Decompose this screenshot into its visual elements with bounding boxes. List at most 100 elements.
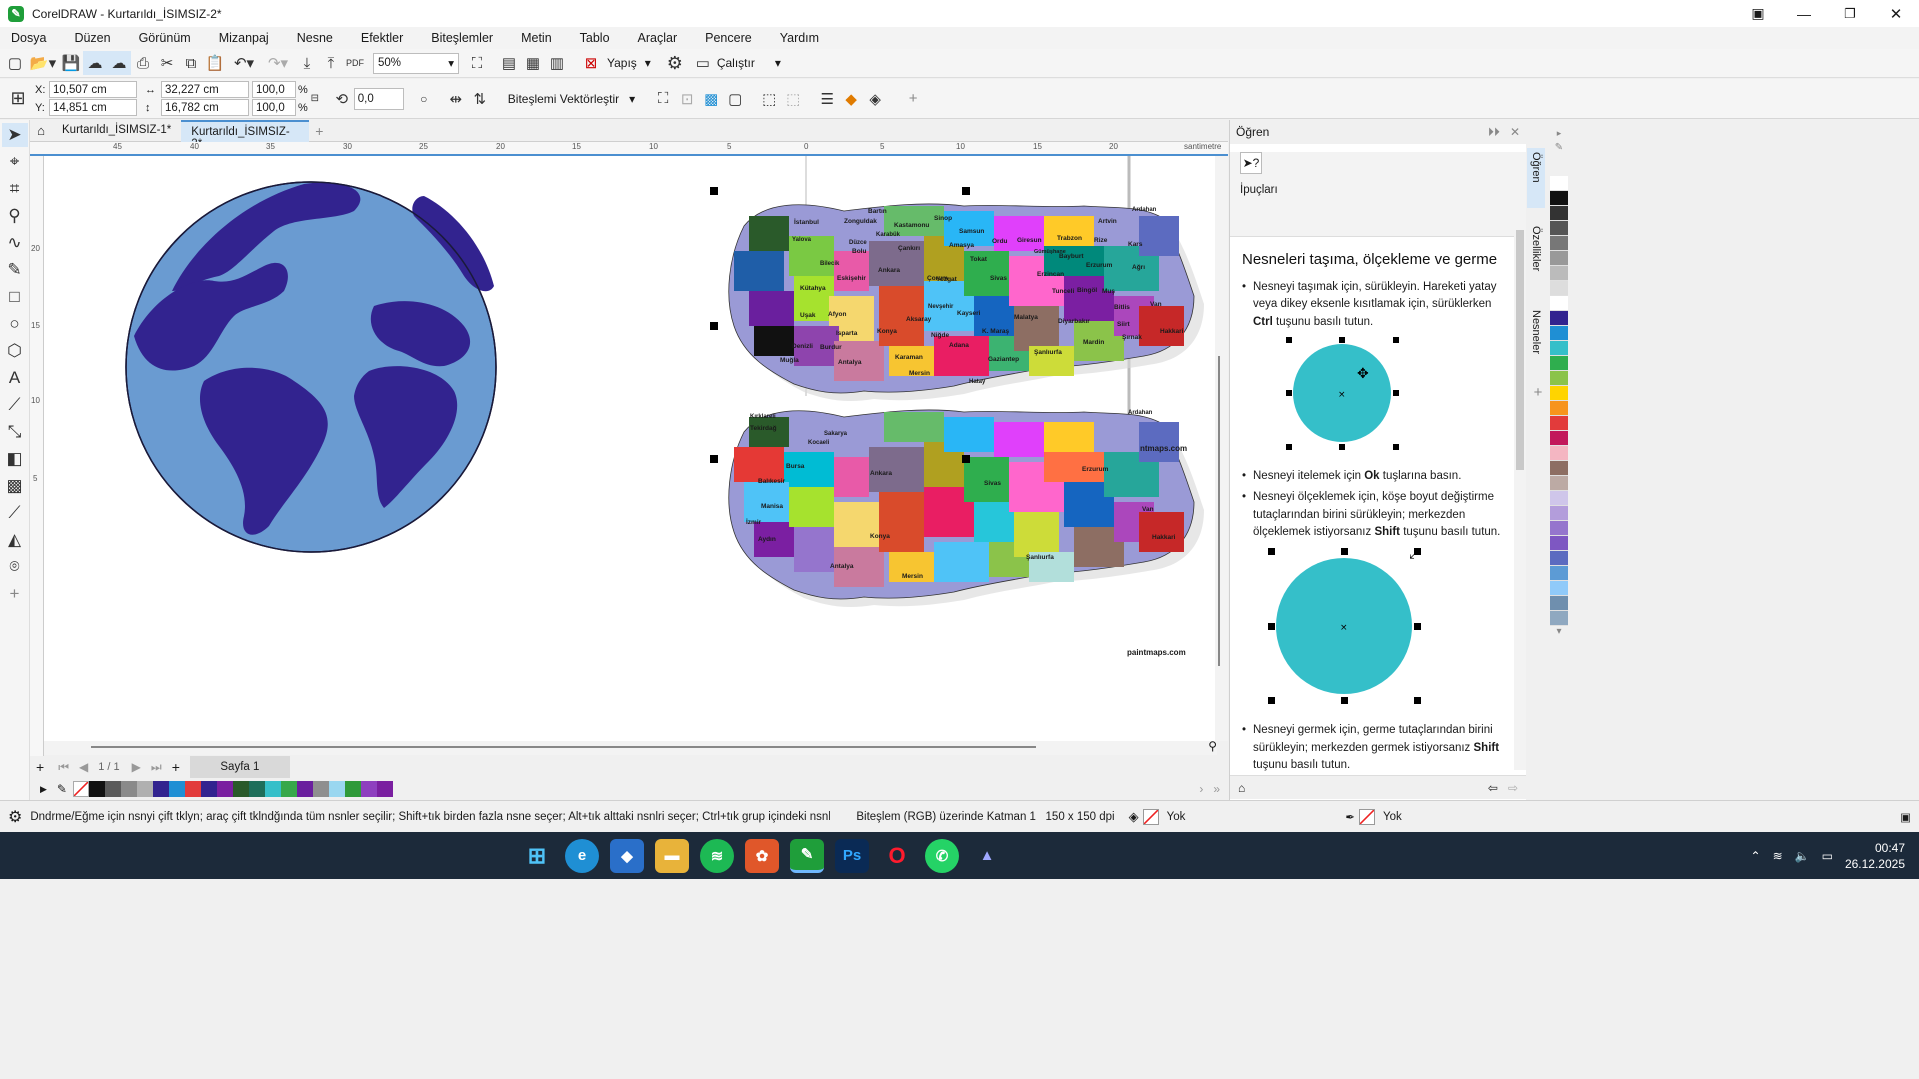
rotation-center-icon[interactable]: ○ — [412, 87, 436, 111]
smart-fill-icon[interactable]: ⌾ — [2, 555, 28, 579]
zoom-tool-icon[interactable]: ⚲ — [2, 204, 28, 228]
add-page-icon[interactable]: + — [36, 759, 44, 775]
status-help-icon[interactable]: ▣ — [1900, 810, 1911, 824]
eyedropper-icon[interactable]: ✎ — [57, 782, 67, 796]
shape-tool-icon[interactable]: ⌖ — [2, 150, 28, 174]
battery-icon[interactable]: ▭ — [1822, 849, 1833, 863]
menu-mizanpaj[interactable]: Mizanpaj — [219, 31, 269, 45]
pick-tool-icon[interactable]: ➤ — [1, 123, 28, 147]
tab-document-1[interactable]: Kurtarıldı_İSIMSIZ-1* — [52, 120, 181, 142]
store-icon[interactable]: ◆ — [610, 838, 644, 873]
cut-icon[interactable]: ✂ — [155, 51, 179, 75]
strip-swatch[interactable] — [1550, 551, 1568, 566]
text-tool-icon[interactable]: A — [2, 366, 28, 390]
strip-swatch[interactable] — [1550, 416, 1568, 431]
run-dropdown[interactable]: Çalıştır — [717, 56, 755, 70]
strip-swatch[interactable] — [1550, 506, 1568, 521]
prev-page-icon[interactable]: ◀ — [79, 760, 88, 774]
cloud-upload-icon[interactable]: ☁ — [107, 51, 131, 75]
strip-swatch[interactable] — [1550, 386, 1568, 401]
mirror-horizontal-icon[interactable]: ⇹ — [444, 87, 468, 111]
width-field[interactable]: 32,227 cm — [161, 81, 249, 98]
crop-bitmap-icon[interactable]: ⛶ — [651, 87, 675, 111]
zoom-select[interactable]: 50% ▾ — [373, 52, 459, 74]
menu-duzen[interactable]: Düzen — [74, 31, 110, 45]
strip-swatch[interactable] — [1550, 566, 1568, 581]
artistic-media-icon[interactable]: ✎ — [2, 258, 28, 282]
x-position-field[interactable]: 10,507 cm — [49, 81, 137, 98]
strip-swatch[interactable] — [1550, 326, 1568, 341]
account-icon[interactable]: ▣ — [1735, 5, 1781, 22]
wifi-icon[interactable]: ≋ — [1773, 849, 1783, 863]
strip-swatch[interactable] — [1550, 491, 1568, 506]
strip-swatch[interactable] — [1550, 266, 1568, 281]
close-docker-icon[interactable]: ✕ — [1510, 125, 1520, 139]
redo-icon[interactable]: ↷▾ — [261, 51, 295, 75]
close-button[interactable]: ✕ — [1873, 5, 1919, 23]
print-icon[interactable]: ⎙ — [131, 51, 155, 75]
menu-tablo[interactable]: Tablo — [580, 31, 610, 45]
hints-cursor-icon[interactable]: ➤? — [1240, 152, 1262, 174]
outline-none-swatch[interactable] — [1359, 808, 1375, 825]
import-icon[interactable]: ⤓ — [295, 51, 319, 75]
strip-swatch[interactable] — [1550, 431, 1568, 446]
palette-swatch[interactable] — [200, 781, 217, 797]
coreldraw-taskbar-icon[interactable]: ✎ — [790, 838, 824, 873]
strip-swatch[interactable] — [1550, 296, 1568, 311]
no-color-swatch[interactable] — [72, 781, 89, 797]
lock-ratio-icon[interactable]: ⊟ — [308, 87, 322, 111]
export-icon[interactable]: ⤒ — [319, 51, 343, 75]
rectangle-tool-icon[interactable]: □ — [2, 285, 28, 309]
menu-pencere[interactable]: Pencere — [705, 31, 752, 45]
ellipse-tool-icon[interactable]: ○ — [2, 312, 28, 336]
strip-swatch[interactable] — [1550, 206, 1568, 221]
scroll-thumb[interactable] — [91, 746, 1036, 748]
add-docker-icon[interactable]: + — [1527, 384, 1549, 401]
app-icon[interactable]: ▲ — [970, 839, 1004, 873]
palette-swatch[interactable] — [312, 781, 329, 797]
zoom-nav-icon[interactable]: ⚲ — [1208, 739, 1217, 753]
panel-scrollbar[interactable] — [1514, 220, 1526, 770]
maximize-button[interactable]: ❐ — [1827, 6, 1873, 22]
strip-swatch[interactable] — [1550, 236, 1568, 251]
turkey-map-bottom[interactable] — [728, 409, 1204, 608]
forward-icon[interactable]: ⇨ — [1508, 781, 1518, 795]
node-edit-icon[interactable]: ⬚ — [757, 87, 781, 111]
fill-tool-icon[interactable]: ◭ — [2, 528, 28, 552]
fill-indicator-icon[interactable]: ◈ — [1129, 809, 1139, 825]
palette-swatch[interactable] — [248, 781, 265, 797]
pen-icon[interactable]: ✎ — [1549, 142, 1569, 176]
dimension-tool-icon[interactable]: ⟋ — [2, 393, 28, 417]
to-front-icon[interactable]: ◆ — [839, 87, 863, 111]
frame-icon[interactable]: ▢ — [723, 87, 747, 111]
side-tab-properties[interactable]: Özellikler — [1527, 222, 1545, 292]
fill-none-swatch[interactable] — [1142, 808, 1159, 825]
anchor-grid-icon[interactable]: ⊞ — [3, 84, 33, 114]
scale-width-field[interactable]: 100,0 — [252, 81, 296, 98]
new-document-icon[interactable]: ▢ — [3, 51, 27, 75]
undo-icon[interactable]: ↶▾ — [227, 51, 261, 75]
last-page-icon[interactable]: ⏭ — [151, 760, 162, 775]
start-icon[interactable]: ⊞ — [520, 839, 554, 873]
home-icon[interactable]: ⌂ — [30, 123, 52, 138]
palette-swatch[interactable] — [328, 781, 345, 797]
menu-metin[interactable]: Metin — [521, 31, 552, 45]
scroll-thumb[interactable] — [1218, 356, 1220, 666]
palette-swatch[interactable] — [88, 781, 105, 797]
side-tab-learn[interactable]: Öğren — [1527, 148, 1545, 208]
strip-swatch[interactable] — [1550, 536, 1568, 551]
horizontal-ruler[interactable]: 45 40 35 30 25 20 15 10 5 0 5 10 15 20 s… — [30, 142, 1228, 156]
scroll-right-icon[interactable]: › — [1199, 782, 1203, 796]
strip-swatch[interactable] — [1550, 401, 1568, 416]
minimize-button[interactable]: — — [1781, 6, 1827, 22]
first-page-icon[interactable]: ⏮ — [58, 760, 69, 775]
horizontal-scrollbar[interactable]: ⚲ — [44, 739, 1217, 755]
next-page-icon[interactable]: ▶ — [132, 760, 141, 774]
wrap-text-icon[interactable]: ☰ — [815, 87, 839, 111]
palette-swatch[interactable] — [136, 781, 153, 797]
photos-icon[interactable]: ✿ — [745, 838, 779, 873]
opera-icon[interactable]: O — [880, 839, 914, 873]
strip-swatch[interactable] — [1550, 521, 1568, 536]
effects-icon[interactable]: ⬚ — [781, 87, 805, 111]
add-page-end-icon[interactable]: + — [172, 759, 180, 775]
